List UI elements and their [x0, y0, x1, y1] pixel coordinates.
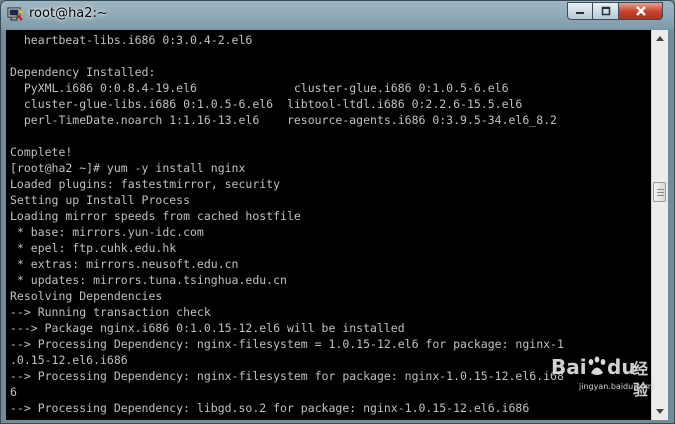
grip-line — [657, 195, 664, 196]
terminal-line: --> Running transaction check — [10, 305, 211, 319]
terminal-line: PyXML.i686 0:0.8.4-19.el6 cluster-glue.i… — [10, 81, 509, 95]
terminal-line: * extras: mirrors.neusoft.edu.cn — [10, 257, 239, 271]
terminal-line: Setting up Install Process — [10, 193, 191, 207]
paw-icon — [588, 356, 606, 375]
baidu-jingyan-watermark: Bai du 经验 jingyan.baidu.com — [549, 353, 657, 399]
watermark-url: jingyan.baidu.com — [579, 382, 653, 391]
watermark-brand-suffix: du — [607, 355, 636, 379]
terminal-line: Complete! — [10, 145, 73, 159]
maximize-button[interactable] — [593, 2, 619, 20]
minimize-icon — [576, 12, 584, 14]
close-icon — [635, 6, 646, 16]
terminal-line: cluster-glue-libs.i686 0:1.0.5-6.el6 lib… — [10, 97, 523, 111]
window-title: root@ha2:~ — [29, 6, 108, 21]
grip-line — [657, 192, 664, 193]
grip-line — [657, 189, 664, 190]
maximize-icon — [601, 6, 610, 16]
terminal-line: perl-TimeDate.noarch 1:1.16-13.el6 resou… — [10, 113, 557, 127]
minimize-button[interactable] — [567, 2, 593, 20]
terminal-window: root@ha2:~ heartbeat-libs.i686 0:3.0.4-2… — [0, 0, 675, 424]
terminal-line: --> Processing Dependency: nginx-filesys… — [10, 337, 564, 351]
scroll-down-button[interactable] — [652, 403, 668, 420]
terminal-line: heartbeat-libs.i686 0:3.0.4-2.el6 — [10, 33, 253, 47]
scroll-up-button[interactable] — [652, 30, 668, 47]
terminal-line: * updates: mirrors.tuna.tsinghua.edu.cn — [10, 273, 287, 287]
terminal-line: Dependency Installed: — [10, 65, 156, 79]
terminal-line: [root@ha2 ~]# yum -y install nginx — [10, 161, 246, 175]
terminal-line: * base: mirrors.yun-idc.com — [10, 225, 204, 239]
arrow-down-icon — [656, 409, 664, 414]
terminal-line: Loaded plugins: fastestmirror, security — [10, 177, 281, 191]
terminal-line: 6 — [10, 385, 17, 399]
scrollbar-thumb[interactable] — [653, 182, 666, 202]
terminal-line: Resolving Dependencies — [10, 289, 163, 303]
watermark-suffix: 经验 — [633, 360, 649, 399]
close-button[interactable] — [619, 2, 663, 20]
terminal-line: * epel: ftp.cuhk.edu.hk — [10, 241, 177, 255]
putty-terminal-icon — [7, 7, 23, 21]
terminal-line: --> Processing Dependency: nginx-filesys… — [10, 369, 564, 383]
watermark-brand: Bai — [551, 355, 587, 379]
terminal-line: ---> Package nginx.i686 0:1.0.15-12.el6 … — [10, 321, 405, 335]
terminal-line: .0.15-12.el6.i686 — [10, 353, 128, 367]
arrow-up-icon — [656, 36, 664, 41]
title-bar[interactable]: root@ha2:~ — [1, 1, 674, 29]
terminal-line: Loading mirror speeds from cached hostfi… — [10, 209, 301, 223]
terminal-line: --> Processing Dependency: libgd.so.2 fo… — [10, 401, 530, 415]
